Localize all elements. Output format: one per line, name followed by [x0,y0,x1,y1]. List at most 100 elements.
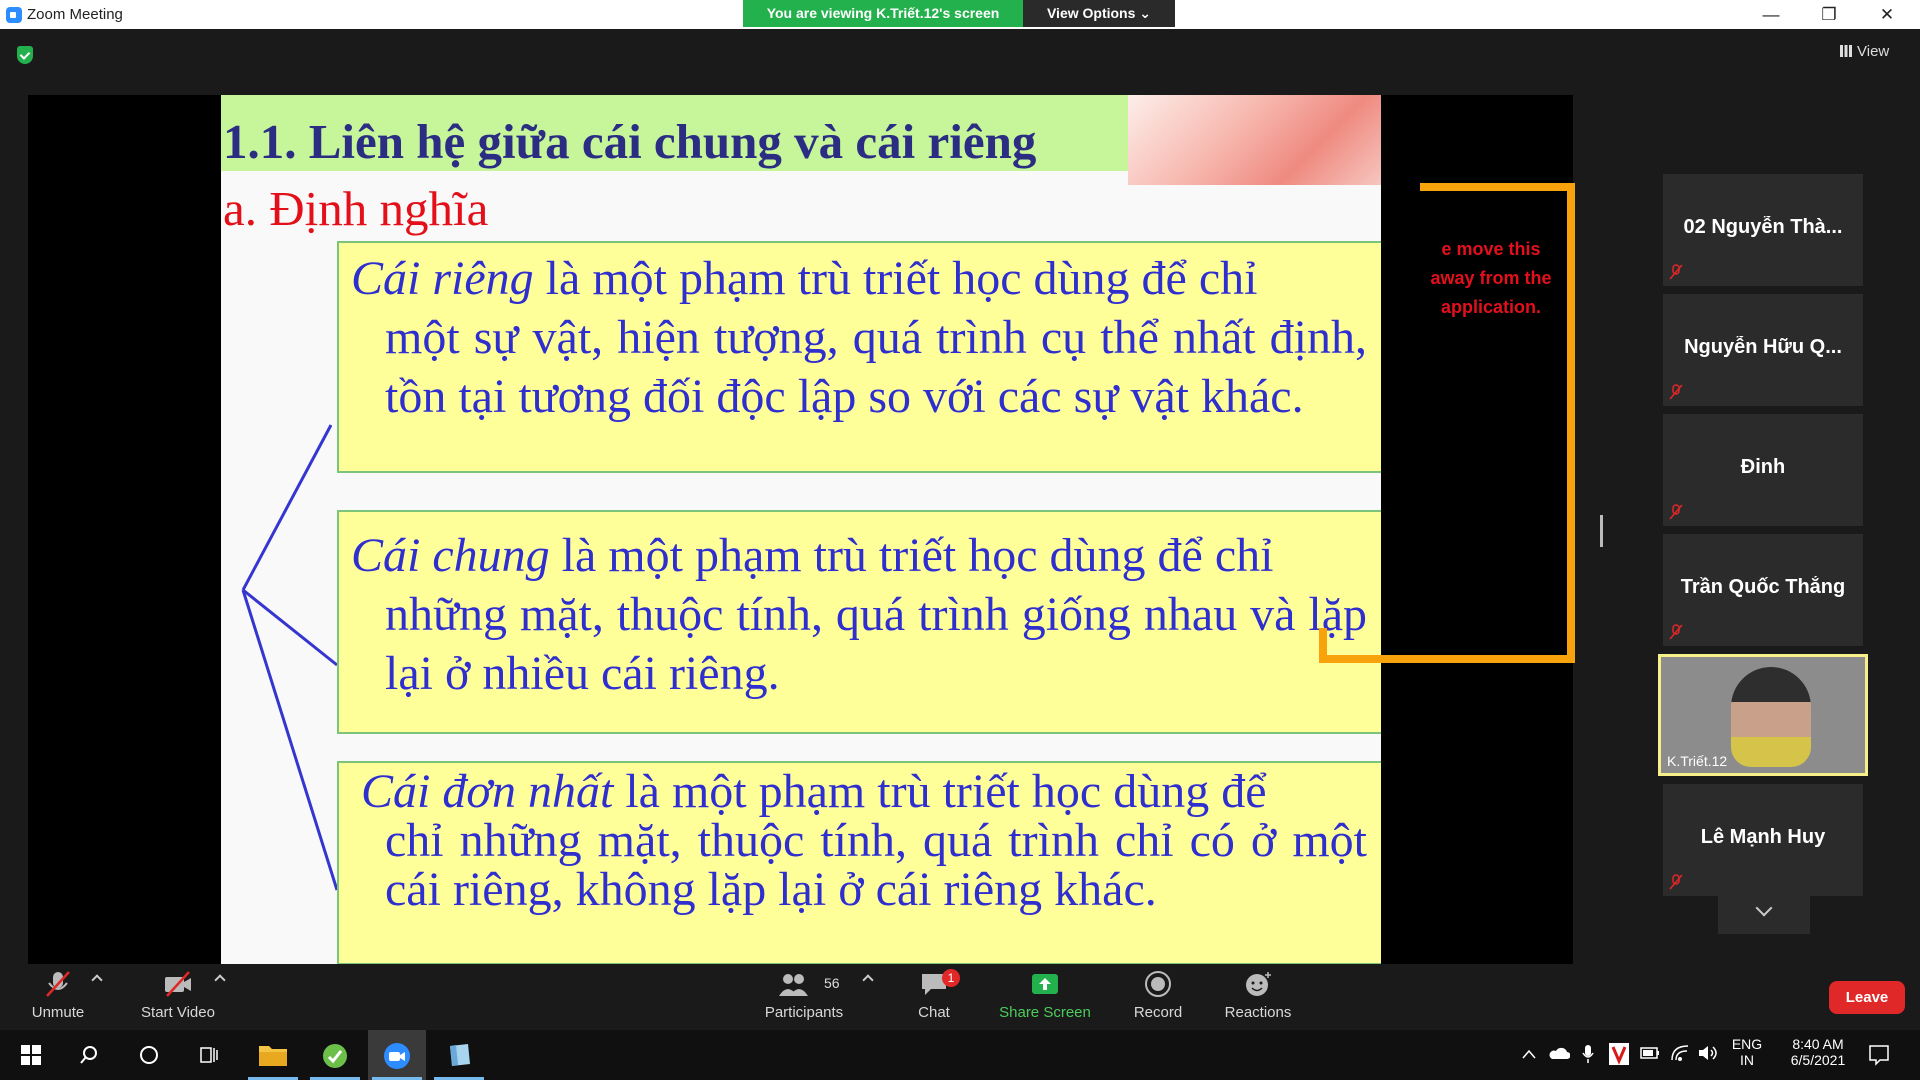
definition-lead: là một phạm trù triết học dùng để chỉ [549,529,1274,582]
language-code: ENG [1731,1036,1763,1052]
reactions-icon [1246,972,1271,996]
participants-count: 56 [824,975,840,991]
cortana-button[interactable] [120,1030,178,1080]
start-video-label: Start Video [141,1004,215,1021]
mic-muted-icon [1669,874,1683,890]
keyboard-region: IN [1740,1052,1754,1068]
record-label: Record [1133,1004,1183,1021]
participant-tile[interactable]: Lê Mạnh Huy [1663,784,1863,896]
definition-box-cai-chung: Cái chung là một phạm trù triết học dùng… [337,510,1381,734]
security-shield-icon[interactable] [17,46,33,64]
share-screen-button[interactable]: Share Screen [995,964,1095,1030]
participant-name: K.Triết.12 [1667,753,1728,769]
definition-body: một sự vật, hiện tượng, quá trình cụ thể… [385,311,1367,423]
language-indicator[interactable]: ENG IN [1728,1036,1766,1068]
participant-name: Nguyễn Hữu Q... [1684,336,1842,358]
search-icon [80,1046,97,1064]
chat-unread-badge: 1 [942,969,960,987]
microphone-icon[interactable] [1582,1044,1594,1064]
slide-decoration [1128,95,1381,185]
share-boundary-frame [1420,183,1575,663]
bracket-lines [241,424,339,891]
participant-tile[interactable]: Trần Quốc Thắng [1663,534,1863,646]
tray-expand-icon[interactable] [1522,1049,1536,1059]
mic-muted-icon [1669,504,1683,520]
notes-taskbar-button[interactable] [430,1030,488,1080]
notification-center-icon[interactable] [1868,1044,1890,1066]
folder-icon [259,1046,287,1066]
close-button[interactable]: ✕ [1858,0,1916,29]
chat-label: Chat [918,1004,950,1021]
onedrive-icon[interactable] [1548,1046,1570,1060]
share-screen-label: Share Screen [999,1004,1091,1021]
cortana-icon [140,1046,158,1064]
grid-icon [1840,45,1852,57]
app-taskbar-button[interactable] [306,1030,364,1080]
file-explorer-taskbar-button[interactable] [244,1030,302,1080]
term-cai-rieng: Cái riêng [351,252,534,305]
reactions-button[interactable]: Reactions [1216,964,1300,1030]
task-view-button[interactable] [180,1030,238,1080]
share-screen-icon [1032,974,1058,994]
participant-tile[interactable]: Đinh [1663,414,1863,526]
gallery-scroll-down-button[interactable] [1718,892,1810,934]
window-title: Zoom Meeting [27,6,123,23]
zoom-icon [384,1043,410,1069]
term-cai-don-nhat: Cái đơn nhất [361,765,614,818]
participant-name: Trần Quốc Thắng [1680,576,1846,598]
vietnamese-input-icon[interactable] [1609,1043,1629,1065]
start-video-button[interactable]: Start Video [130,964,226,1030]
window-titlebar: Zoom Meeting You are viewing K.Triết.12'… [0,0,1920,29]
definition-lead: là một phạm trù triết học dùng để [613,765,1267,818]
definition-box-cai-rieng: Cái riêng là một phạm trù triết học dùng… [337,241,1381,473]
unmute-label: Unmute [31,1004,85,1021]
presentation-slide: 1.1. Liên hệ giữa cái chung và cái riêng… [221,95,1381,964]
viewing-screen-banner: You are viewing K.Triết.12's screen [743,0,1023,27]
term-cai-chung: Cái chung [351,529,550,582]
definition-lead: là một phạm trù triết học dùng để chỉ [533,252,1258,305]
participants-icon [779,974,808,996]
leave-meeting-button[interactable]: Leave [1829,981,1905,1014]
participant-name: 02 Nguyễn Thà... [1683,216,1843,238]
zoom-taskbar-button[interactable] [368,1030,426,1080]
minimize-button[interactable]: — [1742,0,1800,29]
mic-muted-icon [46,971,70,997]
participant-name: Đinh [1740,456,1786,478]
battery-icon[interactable] [1640,1047,1660,1059]
video-off-icon [165,971,191,997]
clock-date: 6/5/2021 [1790,1052,1846,1068]
meeting-toolbar: Unmute Start Video Participants 56 Chat … [0,964,1920,1030]
participant-gallery: 02 Nguyễn Thà... Nguyễn Hữu Q... Đinh Tr… [1658,174,1868,904]
record-button[interactable]: Record [1118,964,1198,1030]
view-options-button[interactable]: View Options ⌄ [1023,0,1175,27]
notes-icon [450,1044,470,1066]
zoom-app-icon [6,7,22,23]
definition-box-cai-don-nhat: Cái đơn nhất là một phạm trù triết học d… [337,761,1381,964]
mic-muted-icon [1669,384,1683,400]
clock[interactable]: 8:40 AM 6/5/2021 [1778,1036,1858,1068]
participant-video-tile[interactable]: K.Triết.12 [1658,654,1868,776]
record-icon [1145,971,1171,997]
restore-button[interactable]: ❐ [1800,0,1858,29]
unmute-button[interactable]: Unmute [20,964,96,1030]
view-label: View [1857,43,1890,60]
participant-tile[interactable]: 02 Nguyễn Thà... [1663,174,1863,286]
clock-time: 8:40 AM [1792,1036,1844,1052]
panel-resize-handle[interactable] [1600,515,1603,547]
definition-body: chỉ những mặt, thuộc tính, quá trình chỉ… [385,814,1367,916]
app-circle-icon [323,1044,347,1068]
participant-tile[interactable]: Nguyễn Hữu Q... [1663,294,1863,406]
participants-label: Participants [764,1004,844,1021]
mic-muted-icon [1669,264,1683,280]
mic-muted-icon [1669,624,1683,640]
wifi-icon[interactable] [1670,1044,1690,1062]
search-button[interactable] [60,1030,118,1080]
start-button[interactable] [2,1030,60,1080]
share-boundary-notch [1319,628,1428,663]
slide-title: 1.1. Liên hệ giữa cái chung và cái riêng [223,114,1037,169]
definition-body: những mặt, thuộc tính, quá trình giống n… [385,588,1367,700]
participants-options-caret[interactable] [862,974,874,986]
view-layout-button[interactable]: View [1840,40,1910,64]
participants-button[interactable]: Participants [756,964,852,1030]
volume-icon[interactable] [1698,1045,1718,1061]
